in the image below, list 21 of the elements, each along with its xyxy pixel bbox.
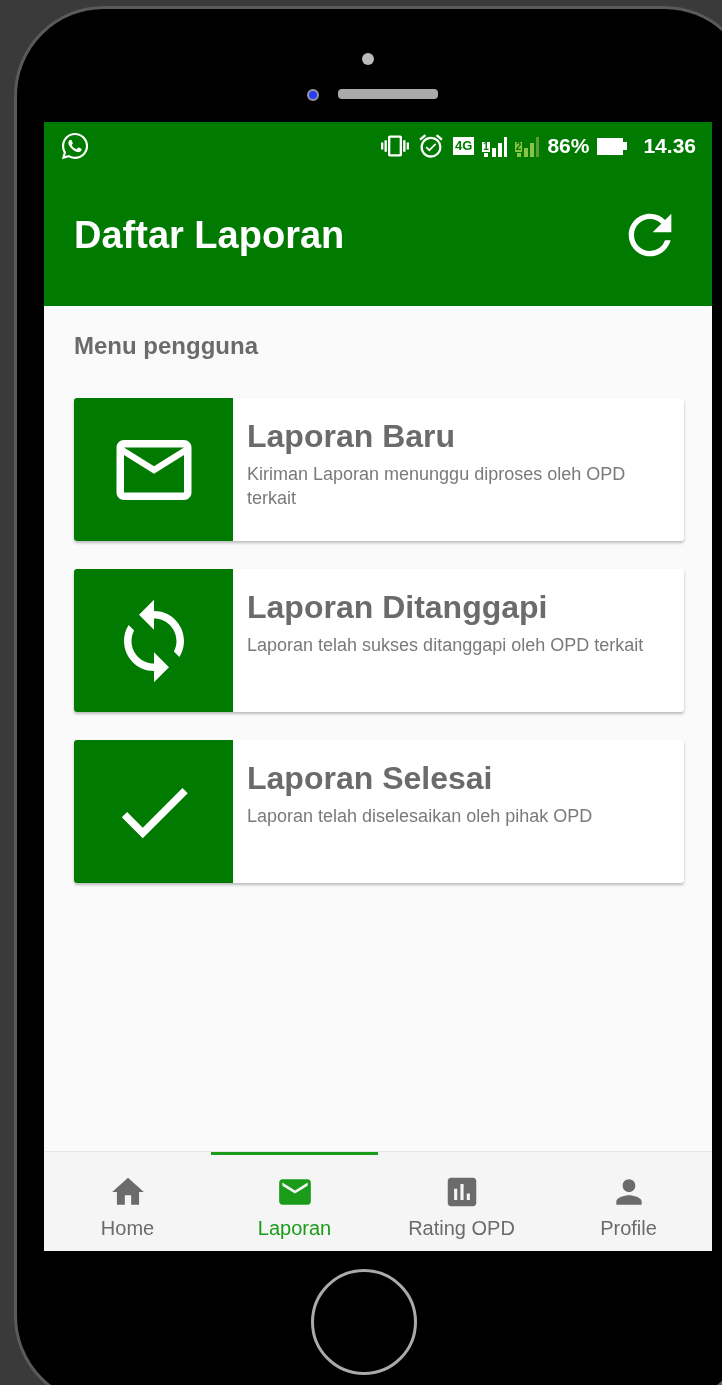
menu-card[interactable]: Laporan Selesai Laporan telah diselesaikan oleh pihak OPD [74,740,684,883]
app-bar-title: Daftar Laporan [74,212,345,258]
card-title: Laporan Selesai [247,759,494,798]
section-title: Menu pengguna [74,331,260,361]
nav-tab[interactable]: Home [44,1152,211,1251]
card-description: Laporan telah diselesaikan oleh pihak OPD [247,805,593,828]
whatsapp-icon [60,131,90,161]
clock-time: 14.36 [643,133,696,160]
card-title: Laporan Ditanggapi [247,588,549,627]
card-title: Laporan Baru [247,417,457,456]
battery-percent: 86% [547,133,590,160]
nav-tab[interactable]: Rating OPD [378,1152,545,1251]
nav-tab[interactable]: Laporan [211,1152,378,1251]
card-description: Kiriman Laporan menunggu diproses oleh OPD terkait [247,463,627,510]
menu-card[interactable]: Laporan Ditanggapi Laporan telah sukses ditanggapi oleh OPD terkait [74,569,684,712]
camera-lens [306,89,319,101]
battery-icon [597,137,628,155]
card-description: Laporan telah sukses ditanggapi oleh OPD terkait [247,634,644,657]
network-badge: 4G [452,137,475,155]
menu-card[interactable]: Laporan Baru Kiriman Laporan menunggu diproses oleh OPD terkait [74,398,684,541]
nav-tab[interactable]: Profile [545,1152,712,1251]
